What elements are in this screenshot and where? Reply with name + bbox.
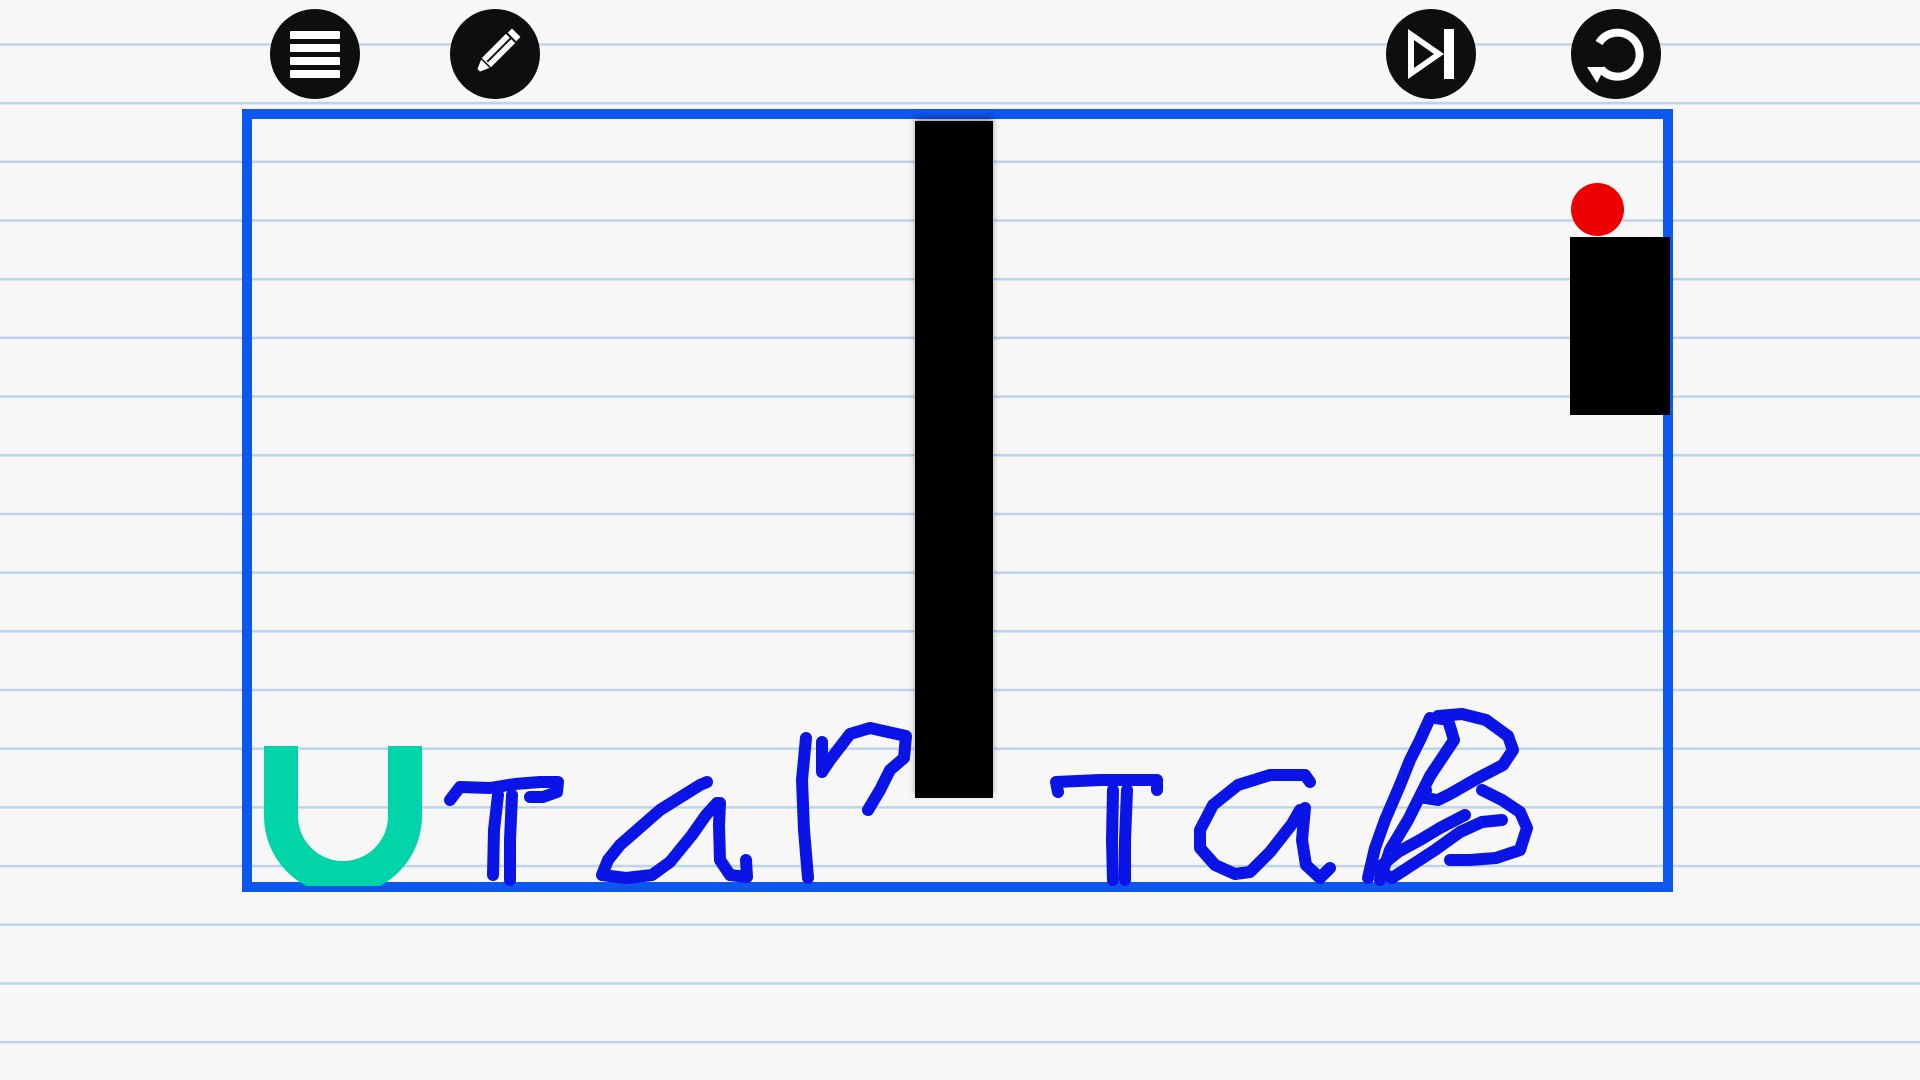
hamburger-menu-icon [290, 31, 340, 78]
drawn-ink-scribble[interactable] [430, 700, 1570, 900]
pencil-icon [473, 25, 524, 76]
skip-level-button[interactable] [1386, 9, 1476, 99]
ball-ledge-platform [1570, 237, 1670, 415]
restart-icon [1587, 28, 1644, 83]
skip-forward-icon [1408, 29, 1454, 79]
vertical-wall-obstacle [915, 121, 993, 798]
drawn-text-value: Utap taB [0, 0, 1, 1]
notebook-paper-background: Utap taB [0, 0, 1920, 1080]
menu-button[interactable] [270, 9, 360, 99]
restart-level-button[interactable] [1571, 9, 1661, 99]
draw-pencil-button[interactable] [450, 9, 540, 99]
red-ball [1571, 183, 1624, 236]
target-cup[interactable] [262, 746, 424, 886]
